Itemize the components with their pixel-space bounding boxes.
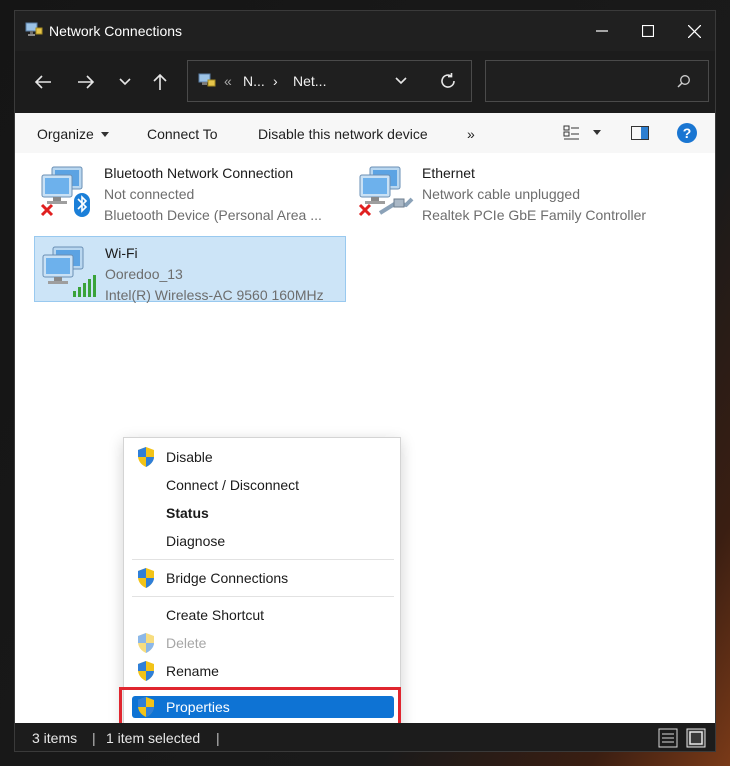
chevron-down-icon [119, 78, 131, 86]
minimize-button[interactable] [579, 11, 625, 51]
more-commands-button[interactable]: » [467, 126, 475, 142]
menu-separator [132, 596, 394, 597]
back-arrow-icon [34, 75, 51, 89]
uac-shield-icon [138, 447, 154, 467]
menu-item-label: Connect / Disconnect [166, 477, 300, 493]
uac-shield-icon [138, 568, 154, 588]
connect-to-button[interactable]: Connect To [147, 126, 218, 142]
network-connections-window: Network Connections « N... › Net... Orga… [14, 10, 716, 752]
maximize-button[interactable] [625, 11, 671, 51]
connection-status: Not connected [104, 186, 195, 202]
title-bar: Network Connections [15, 11, 715, 51]
window-title: Network Connections [49, 23, 183, 39]
maximize-icon [642, 25, 654, 37]
recent-locations-button[interactable] [110, 67, 140, 97]
search-icon [677, 75, 690, 88]
connection-name: Bluetooth Network Connection [104, 165, 294, 181]
status-separator: | [92, 730, 96, 746]
menu-item-label: Create Shortcut [166, 607, 265, 623]
close-button[interactable] [671, 11, 715, 51]
menu-item-create-shortcut[interactable]: Create Shortcut [132, 602, 392, 628]
chevron-down-icon [100, 132, 109, 138]
connections-list: Bluetooth Network Connection Not connect… [15, 153, 715, 739]
menu-item-bridge-connections[interactable]: Bridge Connections [132, 565, 392, 591]
close-icon [687, 24, 701, 38]
command-bar: Organize Connect To Disable this network… [15, 113, 715, 153]
menu-item-diagnose[interactable]: Diagnose [132, 528, 392, 554]
ethernet-network-icon [358, 166, 414, 217]
preview-pane-icon[interactable] [631, 125, 649, 141]
menu-item-label: Status [166, 505, 209, 521]
status-separator: | [216, 730, 220, 746]
breadcrumb-control-panel[interactable]: N... [243, 73, 265, 89]
menu-item-label: Disable [166, 449, 213, 465]
connection-item-bluetooth[interactable]: Bluetooth Network Connection Not connect… [34, 157, 346, 223]
connection-name: Wi-Fi [105, 245, 138, 261]
menu-item-delete: Delete [132, 630, 392, 656]
navigation-bar: « N... › Net... [15, 51, 715, 113]
organize-label: Organize [37, 126, 94, 142]
minimize-icon [596, 30, 608, 32]
details-view-icon[interactable] [658, 728, 678, 748]
address-dropdown-icon[interactable] [394, 76, 408, 86]
network-folder-icon [198, 73, 216, 87]
connection-device: Realtek PCIe GbE Family Controller [422, 207, 647, 223]
forward-button[interactable] [71, 67, 101, 97]
address-bar[interactable]: « N... › Net... [187, 60, 472, 102]
up-arrow-icon [153, 73, 167, 90]
menu-item-label: Bridge Connections [166, 570, 289, 586]
bluetooth-network-icon [40, 166, 90, 217]
status-bar: 3 items | 1 item selected | [15, 723, 715, 751]
connection-device: Bluetooth Device (Personal Area ... [104, 207, 322, 223]
chevron-down-icon [593, 130, 601, 135]
organize-button[interactable]: Organize [37, 126, 109, 142]
change-view-button[interactable] [563, 125, 603, 143]
forward-arrow-icon [78, 75, 95, 89]
uac-shield-icon [138, 633, 154, 653]
connection-item-wifi[interactable]: Wi-Fi Ooredoo_13 Intel(R) Wireless-AC 95… [34, 236, 346, 303]
menu-item-status[interactable]: Status [132, 500, 392, 526]
large-icons-view-icon[interactable] [686, 728, 706, 748]
uac-shield-icon [138, 661, 154, 681]
connection-item-ethernet[interactable]: Ethernet Network cable unplugged Realtek… [352, 157, 664, 223]
back-button[interactable] [28, 67, 58, 97]
view-options-icon [563, 125, 579, 140]
selection-count: 1 item selected [106, 730, 201, 746]
menu-item-rename[interactable]: Rename [132, 658, 392, 684]
disable-device-button[interactable]: Disable this network device [258, 126, 428, 142]
connection-device: Intel(R) Wireless-AC 9560 160MHz [105, 287, 324, 303]
menu-item-label: Delete [166, 635, 207, 651]
menu-item-disable[interactable]: Disable [132, 444, 392, 470]
wifi-network-icon [42, 246, 96, 297]
refresh-icon[interactable] [439, 72, 457, 90]
svg-text:?: ? [683, 125, 692, 141]
menu-item-label: Diagnose [166, 533, 226, 549]
connection-status: Network cable unplugged [422, 186, 580, 202]
help-icon[interactable]: ? [676, 122, 698, 144]
search-input[interactable] [494, 69, 678, 95]
breadcrumb-separator[interactable]: › [273, 73, 278, 89]
menu-item-label: Rename [166, 663, 219, 679]
menu-item-connect-disconnect[interactable]: Connect / Disconnect [132, 472, 392, 498]
item-count: 3 items [32, 730, 78, 746]
network-connections-app-icon [25, 22, 43, 36]
connection-status: Ooredoo_13 [105, 266, 183, 282]
breadcrumb-overflow[interactable]: « [224, 73, 232, 89]
up-button[interactable] [145, 67, 175, 97]
search-box[interactable] [485, 60, 709, 102]
connection-name: Ethernet [422, 165, 475, 181]
menu-separator [132, 559, 394, 560]
breadcrumb-network-connections[interactable]: Net... [293, 73, 326, 89]
